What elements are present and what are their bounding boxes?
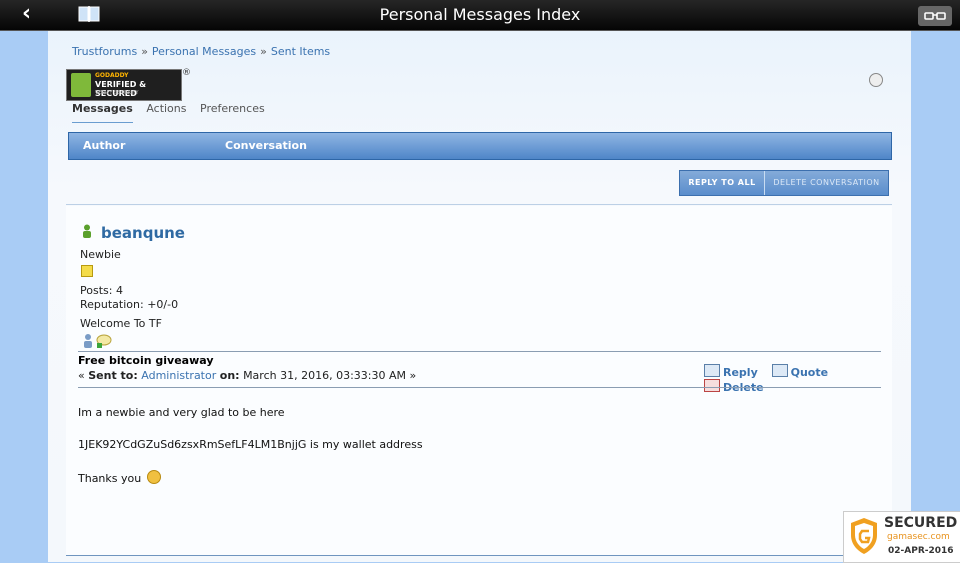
reply-button[interactable]: Reply — [704, 364, 758, 379]
secured-title: SECURED — [884, 515, 958, 531]
column-conversation: Conversation — [225, 139, 307, 152]
godaddy-verified-badge[interactable]: GODADDY VERIFIED & SECURED VERIFY SECURI… — [66, 69, 182, 101]
pm-tabs: Messages Actions Preferences — [72, 102, 275, 123]
delete-conversation-button[interactable]: DELETE CONVERSATION — [765, 171, 888, 195]
author-personal-text: Welcome To TF — [80, 317, 162, 330]
breadcrumb-separator: » — [141, 45, 148, 58]
message-subject: Free bitcoin giveaway — [78, 354, 214, 367]
post-footer-line — [66, 555, 892, 556]
quote-button[interactable]: Quote — [771, 364, 829, 379]
secured-date: 02-APR-2016 — [888, 546, 954, 556]
tab-preferences[interactable]: Preferences — [200, 102, 265, 115]
reader-mode-icon[interactable] — [918, 6, 952, 26]
app-top-bar: ‹ Personal Messages Index — [0, 0, 960, 31]
message-line-2: 1JEK92YCdGZuSd6zsxRmSefLF4LM1BnjjG is my… — [78, 438, 423, 451]
message-line-1: Im a newbie and very glad to be here — [78, 406, 285, 419]
badge-line-3: VERIFY SECURITY — [95, 90, 139, 96]
forum-page: Trustforums » Personal Messages » Sent Items… — [48, 31, 911, 562]
breadcrumb-personal-messages[interactable]: Personal Messages — [152, 45, 256, 58]
column-author: Author — [83, 139, 126, 152]
quote-icon — [771, 364, 788, 377]
message-date: March 31, 2016, 03:33:30 AM » — [243, 369, 417, 382]
post-divider-top — [78, 351, 881, 352]
conversation-button-bar: REPLY TO ALL DELETE CONVERSATION — [679, 170, 889, 196]
reply-to-all-button[interactable]: REPLY TO ALL — [680, 171, 765, 195]
recipient-link[interactable]: Administrator — [141, 369, 216, 382]
gamasec-secured-badge[interactable]: SECURED gamasec.com 02-APR-2016 — [843, 511, 960, 563]
breadcrumb: Trustforums » Personal Messages » Sent Items — [72, 45, 330, 58]
reply-icon — [704, 364, 720, 377]
divider — [66, 204, 892, 205]
table-header: Author Conversation — [68, 132, 892, 160]
breadcrumb-trustforums[interactable]: Trustforums — [72, 45, 137, 58]
author-username[interactable]: beanqune — [101, 224, 185, 242]
message-post: beanqune Newbie Posts: 4 Reputation: +0/… — [66, 206, 892, 556]
message-line-3-text: Thanks you — [78, 472, 142, 485]
message-line-3: Thanks you — [78, 470, 162, 485]
badge-line-1: GODADDY — [95, 72, 129, 79]
author-rank: Newbie — [80, 248, 121, 261]
window-title: Personal Messages Index — [379, 5, 581, 24]
add-buddy-icon[interactable] — [96, 334, 112, 348]
breadcrumb-sent-items[interactable]: Sent Items — [271, 45, 330, 58]
secured-domain: gamasec.com — [887, 532, 950, 542]
profile-icon[interactable] — [84, 334, 92, 348]
sent-to-label: Sent to: — [88, 369, 138, 382]
meta-prefix: « — [78, 369, 89, 382]
online-status-icon — [83, 224, 91, 238]
profile-and-add-buddy-icons — [84, 334, 112, 348]
author-post-count: Posts: 4 — [80, 284, 123, 297]
reply-label: Reply — [723, 366, 758, 379]
breadcrumb-separator: » — [260, 45, 267, 58]
smiley-icon — [147, 470, 162, 484]
collapse-icon[interactable] — [869, 73, 883, 87]
on-label: on: — [219, 369, 240, 382]
rank-star-icon — [81, 265, 93, 277]
message-meta: « Sent to: Administrator on: March 31, 2… — [78, 369, 416, 382]
shield-icon — [851, 518, 877, 554]
lock-icon — [71, 73, 91, 97]
delete-icon — [704, 379, 720, 392]
registered-mark: ® — [182, 68, 191, 78]
tab-actions[interactable]: Actions — [146, 102, 186, 115]
quote-label: Quote — [790, 366, 829, 379]
tab-messages[interactable]: Messages — [72, 102, 133, 123]
author-reputation: Reputation: +0/-0 — [80, 298, 179, 311]
post-divider-bottom — [78, 387, 881, 388]
post-actions: Reply Quote Delete — [704, 364, 892, 394]
